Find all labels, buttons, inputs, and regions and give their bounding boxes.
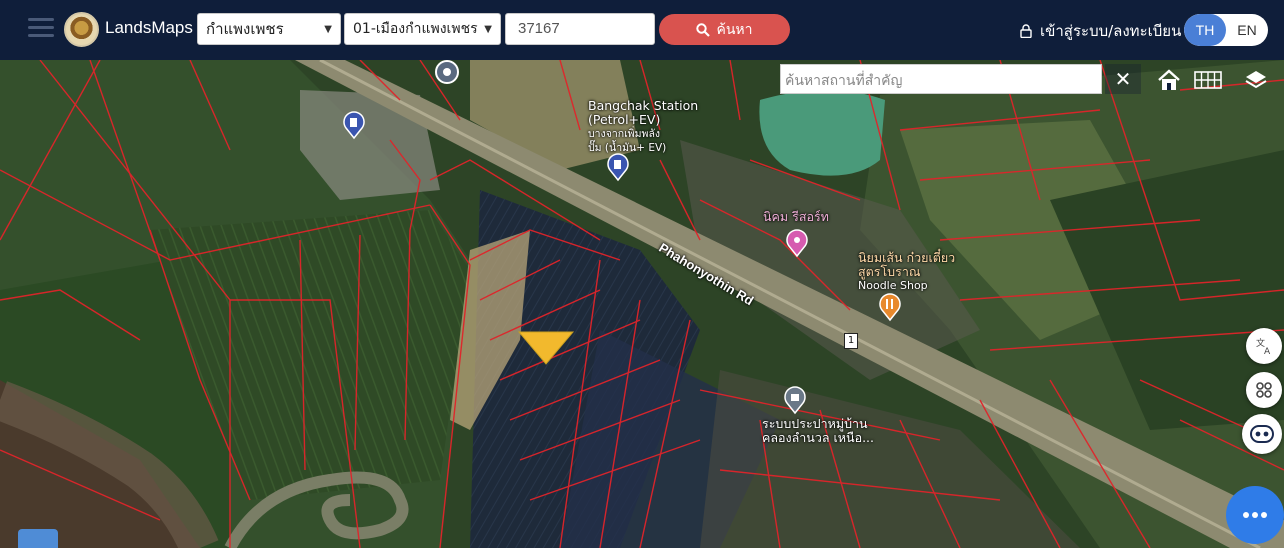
satellite-map[interactable]: 1 Bangchak Station (Petrol+EV) บางจากเพิ… xyxy=(0,60,1284,548)
place-search-input[interactable]: ค้นหาสถานที่สำคัญ xyxy=(780,64,1102,94)
poi-label-resort: นิคม รีสอร์ท xyxy=(763,209,829,224)
close-icon[interactable]: ✕ xyxy=(1105,64,1141,94)
parcel-marker-icon[interactable] xyxy=(517,330,575,366)
poi-label-noodle: นิยมเส้น ก๋วยเตี๋ยว สูตรโบราณ Noodle Sho… xyxy=(858,250,956,293)
hamburger-icon[interactable] xyxy=(28,18,54,40)
search-button[interactable]: ค้นหา xyxy=(659,14,790,45)
top-navbar: LandsMaps กำแพงเพชร ▼ 01-เมืองกำแพงเพชร … xyxy=(0,0,1284,60)
district-select-value: 01-เมืองกำแพงเพชร xyxy=(353,21,478,37)
login-label: เข้าสู่ระบบ/ลงทะเบียน xyxy=(1040,22,1182,40)
poi-label-water-supply: ระบบประปาหมู่บ้าน คลองลำนวล เหนือ... xyxy=(762,416,874,445)
poi-label-bangchak: Bangchak Station (Petrol+EV) บางจากเพิ่ม… xyxy=(588,98,699,155)
poi-pin-icon[interactable] xyxy=(433,60,461,86)
search-button-label: ค้นหา xyxy=(716,21,753,38)
chevron-down-icon: ▼ xyxy=(324,23,332,35)
robot-icon[interactable] xyxy=(1242,414,1282,454)
landsmaps-app: 1 Bangchak Station (Petrol+EV) บางจากเพิ… xyxy=(0,0,1284,548)
search-icon xyxy=(696,22,711,37)
more-icon[interactable] xyxy=(1226,486,1284,544)
ev-station-icon[interactable] xyxy=(604,152,632,182)
chevron-down-icon: ▼ xyxy=(484,23,492,35)
login-link[interactable]: เข้าสู่ระบบ/ลงทะเบียน xyxy=(1020,19,1181,43)
lock-icon xyxy=(1020,24,1032,38)
parcel-number-input[interactable]: 37167 xyxy=(505,13,655,45)
province-select-value: กำแพงเพชร xyxy=(206,20,284,38)
brand-name: LandsMaps xyxy=(105,18,193,37)
home-icon[interactable] xyxy=(1153,66,1185,94)
district-select[interactable]: 01-เมืองกำแพงเพชร ▼ xyxy=(344,13,501,45)
lang-en-button[interactable]: EN xyxy=(1226,14,1268,46)
grid-icon[interactable] xyxy=(1192,66,1224,94)
apps-icon[interactable] xyxy=(1246,372,1282,408)
resort-icon[interactable] xyxy=(783,228,811,258)
lang-th-button[interactable]: TH xyxy=(1184,14,1226,46)
app-logo xyxy=(64,12,99,47)
translate-icon[interactable]: 文 A xyxy=(1246,328,1282,364)
province-select[interactable]: กำแพงเพชร ▼ xyxy=(197,13,341,45)
svg-text:A: A xyxy=(1264,347,1271,356)
layers-icon[interactable] xyxy=(1240,66,1272,94)
water-supply-icon[interactable] xyxy=(781,385,809,415)
language-toggle: TH EN xyxy=(1184,14,1268,46)
restaurant-icon[interactable] xyxy=(876,292,904,322)
route-shield: 1 xyxy=(844,333,858,349)
bottom-panel-toggle[interactable] xyxy=(18,529,58,548)
gas-station-icon[interactable] xyxy=(340,110,368,140)
